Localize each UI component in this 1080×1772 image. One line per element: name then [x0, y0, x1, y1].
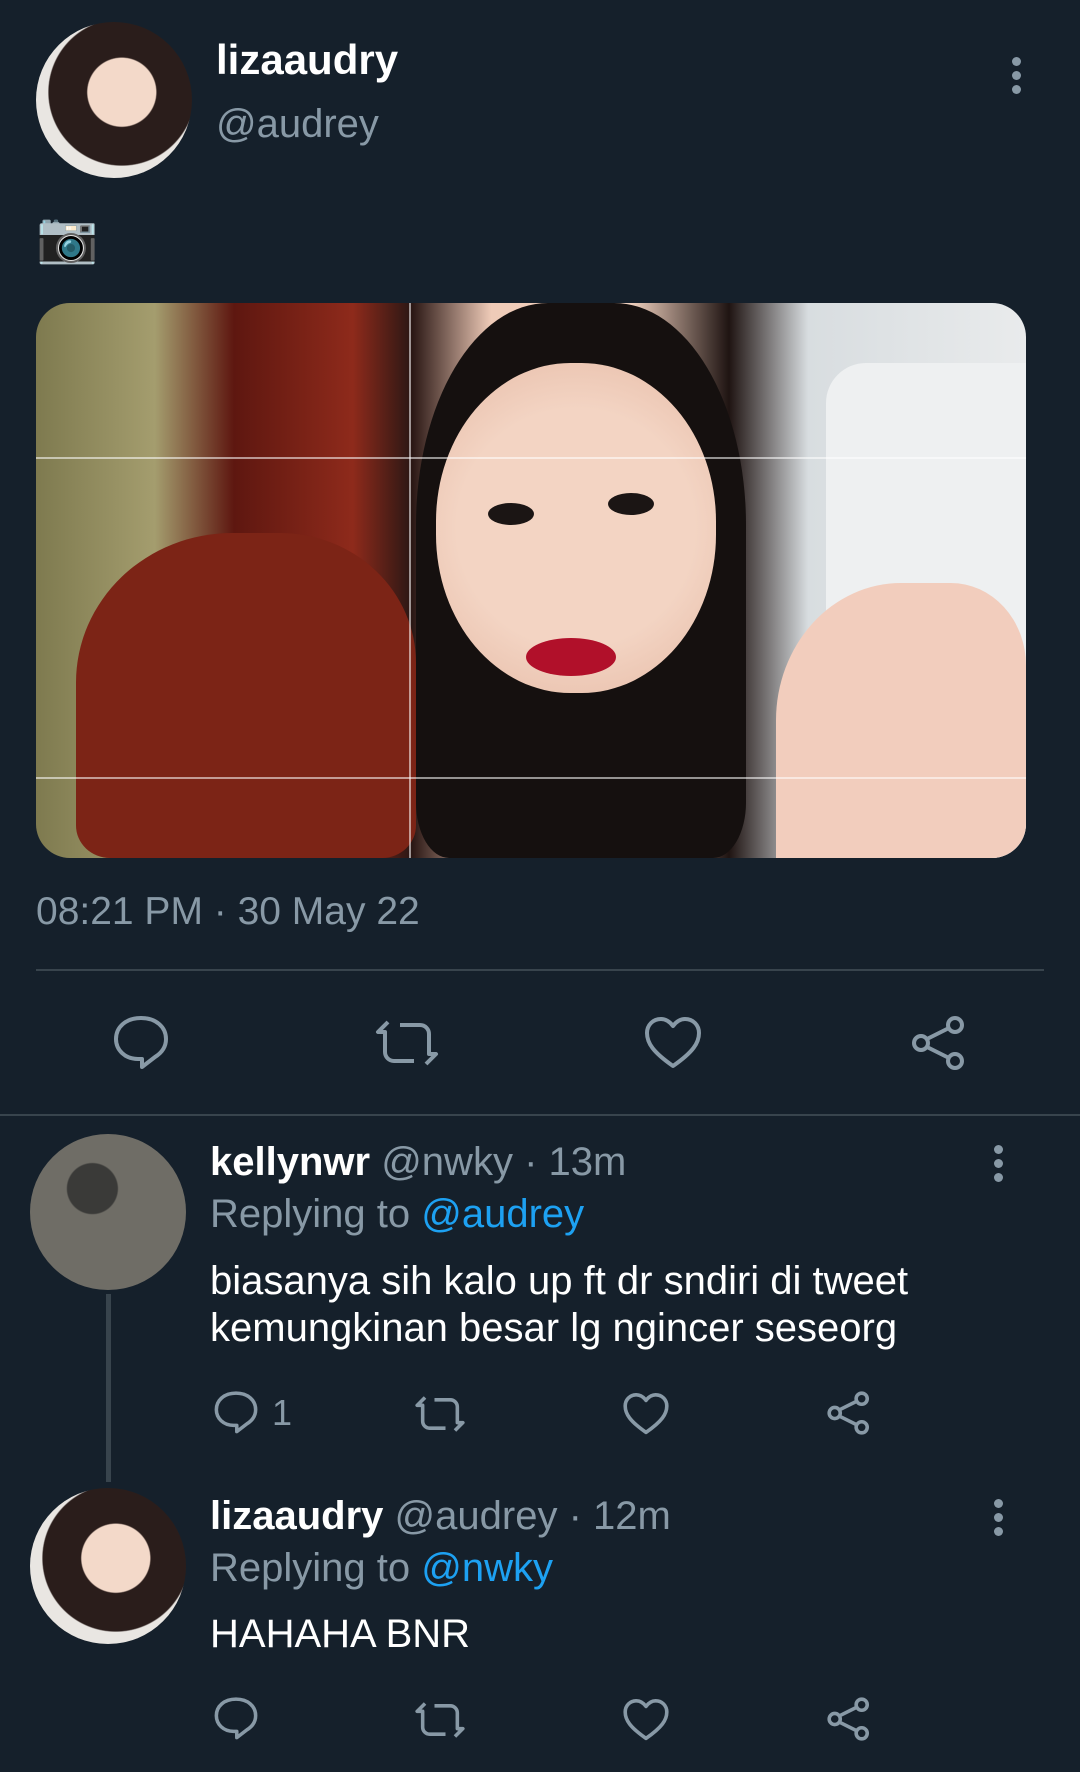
reply-header: kellynwr @nwky · 13m [210, 1140, 626, 1185]
reply-icon[interactable] [213, 1390, 259, 1434]
retweet-icon[interactable] [414, 1394, 466, 1434]
replying-to-label: Replying to [210, 1192, 411, 1236]
share-icon[interactable] [910, 1014, 968, 1072]
replying-to-label: Replying to [210, 1546, 411, 1590]
reply-icon[interactable] [112, 1014, 170, 1070]
retweet-icon[interactable] [374, 1018, 440, 1068]
avatar[interactable] [30, 1488, 186, 1644]
reply-text: biasanya sih kalo up ft dr sndiri di twe… [210, 1258, 908, 1352]
like-icon[interactable] [622, 1698, 670, 1742]
like-icon[interactable] [622, 1392, 670, 1436]
reply-time: · 13m [524, 1140, 627, 1184]
replying-to-link[interactable]: @audrey [421, 1192, 584, 1236]
reply-icon[interactable] [213, 1696, 259, 1740]
handle[interactable]: @nwky [381, 1140, 513, 1184]
avatar[interactable] [30, 1134, 186, 1290]
avatar[interactable] [36, 22, 192, 178]
thread-line [106, 1294, 111, 1482]
hand [776, 583, 1026, 858]
share-icon[interactable] [826, 1390, 872, 1436]
lips [526, 638, 616, 676]
tweet-timestamp: 08:21 PM · 30 May 22 [36, 890, 420, 933]
reply-text-line: kemungkinan besar lg ngincer seseorg [210, 1306, 898, 1350]
more-options-icon[interactable] [994, 1140, 1003, 1187]
retweet-icon[interactable] [414, 1700, 466, 1740]
right-eye [608, 493, 654, 515]
more-options-icon[interactable] [994, 1494, 1003, 1541]
divider [36, 969, 1044, 971]
section-divider [0, 1114, 1080, 1116]
display-name[interactable]: kellynwr [210, 1140, 370, 1184]
left-eye [488, 503, 534, 525]
share-icon[interactable] [826, 1696, 872, 1742]
like-icon[interactable] [643, 1016, 703, 1070]
handle[interactable]: @audrey [395, 1494, 558, 1538]
tweet-photo[interactable] [36, 303, 1026, 858]
reply-header: lizaaudry @audrey · 12m [210, 1494, 671, 1539]
display-name[interactable]: lizaaudry [216, 36, 398, 84]
sleeve [76, 533, 416, 858]
reply-time: · 12m [568, 1494, 671, 1538]
reply-count: 1 [272, 1392, 293, 1433]
display-name[interactable]: lizaaudry [210, 1494, 383, 1538]
replying-to: Replying to @audrey [210, 1192, 584, 1237]
tweet-text: 📷 [36, 209, 99, 265]
reply-text-line: biasanya sih kalo up ft dr sndiri di twe… [210, 1259, 909, 1303]
more-options-icon[interactable] [1012, 52, 1021, 99]
handle[interactable]: @audrey [216, 102, 379, 147]
reply-text: HAHAHA BNR [210, 1612, 471, 1656]
replying-to: Replying to @nwky [210, 1546, 553, 1591]
replying-to-link[interactable]: @nwky [421, 1546, 553, 1590]
